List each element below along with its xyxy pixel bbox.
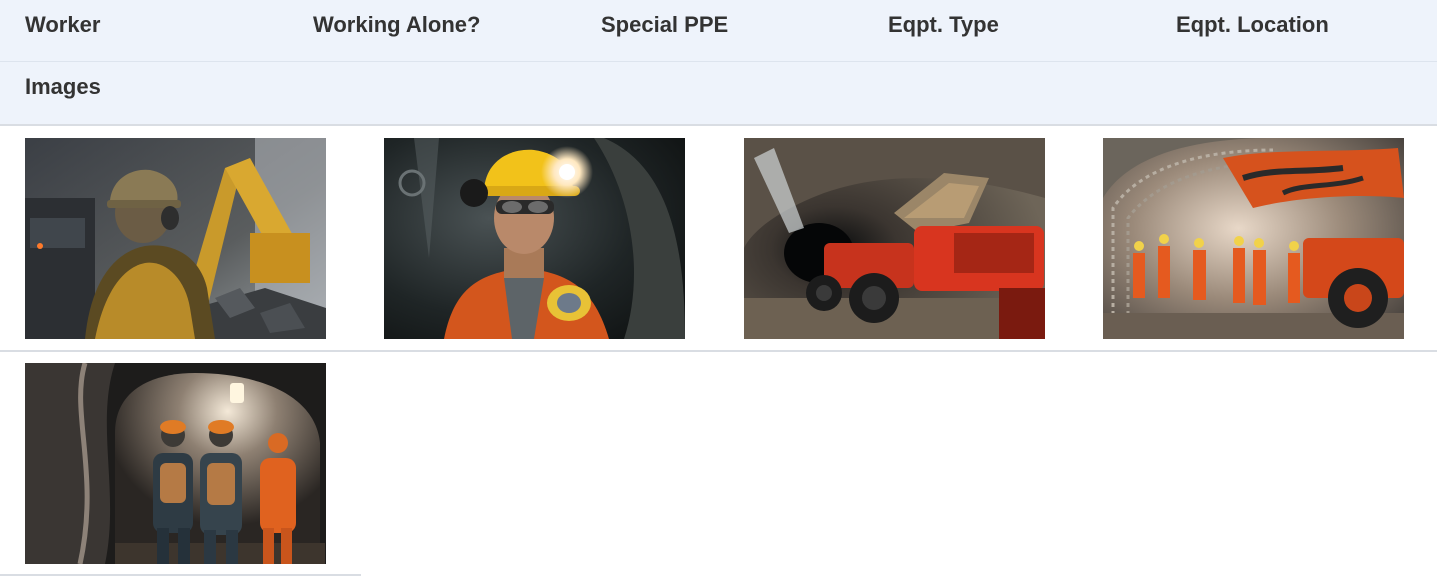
worker-hardhat-machinery-illustration xyxy=(25,138,326,339)
worker-headlamp-portrait-illustration xyxy=(384,138,685,339)
workers-walking-tunnel-illustration xyxy=(25,363,326,564)
worker-headlamp-portrait-image[interactable] xyxy=(384,138,685,339)
loader-tunnel-illustration xyxy=(744,138,1045,339)
loader-tunnel-image[interactable] xyxy=(744,138,1045,339)
column-header-eqpt-location[interactable]: Eqpt. Location xyxy=(1176,12,1329,38)
column-header-images[interactable]: Images xyxy=(25,74,101,100)
column-header-worker[interactable]: Worker xyxy=(25,12,100,38)
column-header-working-alone[interactable]: Working Alone? xyxy=(313,12,480,38)
drill-rig-crew-illustration xyxy=(1103,138,1404,339)
table-header: Worker Working Alone? Special PPE Eqpt. … xyxy=(0,0,1437,126)
drill-rig-crew-image[interactable] xyxy=(1103,138,1404,339)
header-row: Worker Working Alone? Special PPE Eqpt. … xyxy=(0,0,1437,62)
image-row xyxy=(0,126,1437,352)
image-row xyxy=(0,352,361,576)
workers-walking-tunnel-image[interactable] xyxy=(25,363,326,564)
column-header-eqpt-type[interactable]: Eqpt. Type xyxy=(888,12,999,38)
column-header-special-ppe[interactable]: Special PPE xyxy=(601,12,728,38)
worker-hardhat-machinery-image[interactable] xyxy=(25,138,326,339)
